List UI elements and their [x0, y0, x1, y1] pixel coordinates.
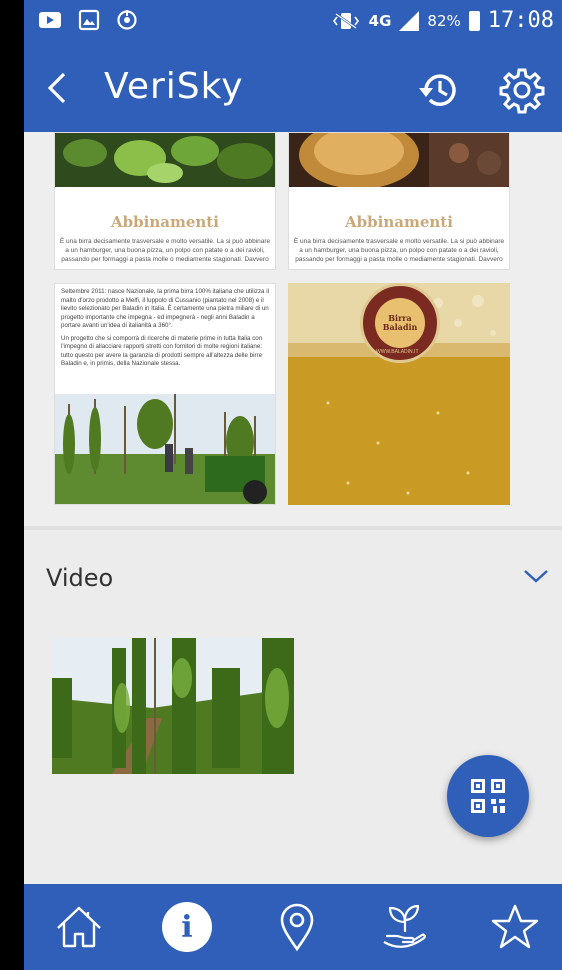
app-screen: 4G 82% 17:08 VeriSky Abbinamenti È una b… [24, 0, 562, 970]
clock: 17:08 [487, 8, 554, 33]
nav-favorites[interactable] [490, 902, 540, 952]
qr-scan-button[interactable] [447, 755, 529, 837]
gear-icon[interactable] [498, 66, 546, 114]
info-icon: i [162, 902, 212, 952]
signal-icon [399, 10, 420, 31]
youtube-notification-icon [39, 12, 61, 28]
story-paragraph-2: Un progetto che si comporrà di ricerche … [61, 334, 263, 368]
nav-location[interactable] [272, 902, 322, 952]
qr-code-icon [471, 779, 505, 813]
gallery-image-4[interactable]: Birra Baladin WWW.BALADIN.IT [288, 283, 510, 505]
location-pin-icon [280, 903, 314, 952]
plant-hand-icon [383, 904, 426, 948]
history-icon[interactable] [416, 68, 460, 112]
chevron-down-icon[interactable] [522, 566, 550, 586]
gallery-image-2[interactable]: Abbinamenti È una birra decisamente tras… [288, 132, 510, 270]
tile-text: È una birra decisamente trasversale e mo… [59, 238, 271, 263]
mute-vibrate-icon [332, 12, 359, 29]
hops-photo [55, 133, 275, 187]
battery-icon [468, 10, 480, 31]
nav-info[interactable]: i [162, 902, 212, 952]
story-paragraph-1: Settembre 2011: nasce Nazionale, la prim… [61, 288, 269, 329]
sync-notification-icon [117, 10, 137, 30]
gallery-image-1[interactable]: Abbinamenti È una birra decisamente tras… [54, 132, 276, 270]
logo-ring-text: WWW.BALADIN.IT [376, 349, 419, 355]
nav-home[interactable] [54, 902, 104, 952]
network-type: 4G [368, 11, 392, 30]
image-gallery: Abbinamenti È una birra decisamente tras… [24, 132, 562, 526]
status-bar: 4G 82% 17:08 [24, 0, 562, 44]
video-thumbnail[interactable] [52, 638, 294, 774]
tile-title: Abbinamenti [111, 213, 219, 231]
tile-text: È una birra decisamente trasversale e mo… [293, 238, 505, 263]
bottom-navigation: i [24, 884, 562, 970]
gallery-image-3[interactable]: Settembre 2011: nasce Nazionale, la prim… [54, 283, 276, 505]
home-icon [57, 906, 101, 948]
battery-percent: 82% [427, 11, 461, 30]
story-text: Settembre 2011: nasce Nazionale, la prim… [61, 288, 269, 369]
nav-sustainability[interactable] [380, 902, 430, 952]
hop-field-video-frame [52, 638, 294, 774]
gallery-notification-icon [78, 9, 100, 31]
video-section-title: Video [46, 564, 114, 592]
star-icon [491, 904, 539, 949]
tile-title: Abbinamenti [345, 213, 453, 231]
beer-glass-photo [289, 133, 509, 187]
logo-text: Birra Baladin [382, 313, 418, 332]
hop-field-photo [55, 394, 275, 504]
chevron-left-icon[interactable] [40, 70, 76, 106]
app-bar: VeriSky [24, 44, 562, 132]
app-title: VeriSky [104, 66, 244, 107]
